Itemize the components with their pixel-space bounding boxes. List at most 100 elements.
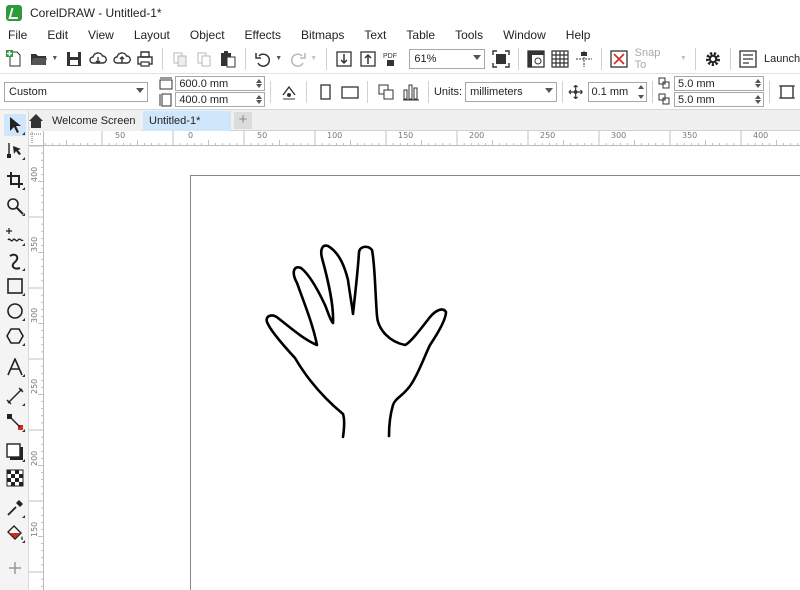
redo-dropdown[interactable]: ▼	[310, 47, 318, 71]
print-button[interactable]	[135, 47, 157, 71]
snap-to-label[interactable]: Snap To	[635, 47, 672, 71]
artistic-media-tool[interactable]	[4, 250, 26, 272]
landscape-icon	[340, 85, 359, 99]
zoom-level-combo[interactable]: 61%	[409, 48, 485, 69]
freehand-tool[interactable]	[4, 225, 26, 247]
menu-tools[interactable]: Tools	[445, 28, 493, 42]
menu-object[interactable]: Object	[180, 28, 235, 42]
spin-up-icon[interactable]	[638, 84, 645, 89]
open-dropdown[interactable]: ▼	[51, 47, 59, 71]
copy-button[interactable]	[193, 47, 215, 71]
units-combo[interactable]: millimeters	[465, 81, 558, 102]
spin-up-icon[interactable]	[256, 79, 263, 83]
menu-bitmaps[interactable]: Bitmaps	[291, 28, 354, 42]
page-height-field[interactable]: 400.0 mm	[175, 92, 266, 107]
menu-text[interactable]: Text	[354, 28, 396, 42]
export-button[interactable]	[357, 47, 379, 71]
menu-effects[interactable]: Effects	[235, 28, 291, 42]
menu-help[interactable]: Help	[556, 28, 601, 42]
all-pages-layout-button[interactable]	[374, 80, 397, 104]
nudge-distance-field[interactable]: 0.1 mm	[587, 81, 648, 102]
launch-button[interactable]	[737, 47, 759, 71]
new-document-icon	[5, 49, 21, 66]
text-tool[interactable]	[4, 356, 26, 378]
cloud-download-icon	[89, 51, 107, 64]
eyedropper-tool[interactable]	[4, 497, 26, 519]
snap-to-dropdown[interactable]: ▼	[679, 47, 687, 71]
flyout-indicator	[22, 187, 25, 190]
toolbar-separator	[306, 80, 308, 103]
portrait-button[interactable]	[313, 80, 336, 104]
flyout-indicator	[22, 157, 25, 160]
cloud-download-button[interactable]	[87, 47, 109, 71]
undo-dropdown[interactable]: ▼	[275, 47, 283, 71]
rectangle-tool[interactable]	[4, 275, 26, 297]
spin-down-icon[interactable]	[755, 100, 762, 104]
zoom-tool[interactable]	[4, 195, 26, 217]
toolbar-separator	[730, 47, 732, 70]
menu-view[interactable]: View	[78, 28, 124, 42]
page-frame-button[interactable]	[776, 80, 799, 104]
duplicate-y-field[interactable]: 5.0 mm	[674, 92, 765, 107]
show-rulers-button[interactable]	[525, 47, 547, 71]
polygon-tool[interactable]	[4, 325, 26, 347]
crop-tool[interactable]	[4, 169, 26, 191]
spin-down-icon[interactable]	[638, 94, 645, 99]
menu-file[interactable]: File	[0, 28, 37, 42]
ruler-label: 100	[327, 131, 343, 140]
connector-tool[interactable]	[4, 411, 26, 433]
transparency-tool-icon	[6, 469, 24, 487]
cloud-upload-button[interactable]	[111, 47, 133, 71]
export-pdf-button[interactable]: PDF	[381, 47, 403, 71]
add-tool-button[interactable]	[4, 557, 26, 579]
import-button[interactable]	[333, 47, 355, 71]
ellipse-tool[interactable]	[4, 300, 26, 322]
interactive-fill-tool[interactable]	[4, 522, 26, 544]
duplicate-x-field[interactable]: 5.0 mm	[674, 76, 765, 91]
spin-down-icon[interactable]	[755, 84, 762, 88]
show-grid-button[interactable]	[549, 47, 571, 71]
spin-down-icon[interactable]	[256, 100, 263, 104]
menu-table[interactable]: Table	[396, 28, 445, 42]
document-page[interactable]	[190, 175, 800, 590]
new-document-button[interactable]	[4, 47, 26, 71]
landscape-button[interactable]	[338, 80, 361, 104]
transparency-tool[interactable]	[4, 467, 26, 489]
undo-button[interactable]	[252, 47, 274, 71]
spin-up-icon[interactable]	[256, 95, 263, 99]
full-screen-preview-button[interactable]	[491, 47, 513, 71]
options-button[interactable]	[702, 47, 724, 71]
ruler-origin-corner[interactable]	[29, 131, 44, 146]
show-guidelines-button[interactable]	[573, 47, 595, 71]
ruler-label: 400	[753, 131, 769, 140]
new-tab-button[interactable]: +	[234, 112, 252, 129]
open-button[interactable]	[28, 47, 50, 71]
launch-label[interactable]: Launch	[764, 53, 800, 65]
snap-off-button[interactable]	[608, 47, 630, 71]
vertical-ruler[interactable]: 400 350 300 250 200 150	[29, 146, 44, 590]
spin-up-icon[interactable]	[755, 79, 762, 83]
paste-button[interactable]	[217, 47, 239, 71]
save-button[interactable]	[63, 47, 85, 71]
all-pages-button[interactable]	[277, 80, 300, 104]
ruler-label: 50	[115, 131, 126, 140]
menu-edit[interactable]: Edit	[37, 28, 78, 42]
import-icon	[336, 50, 352, 67]
drop-shadow-tool[interactable]	[4, 441, 26, 463]
spin-up-icon[interactable]	[755, 95, 762, 99]
current-page-button[interactable]	[399, 80, 422, 104]
nudge-distance-icon	[568, 84, 583, 99]
menu-window[interactable]: Window	[493, 28, 556, 42]
menu-layout[interactable]: Layout	[124, 28, 180, 42]
home-icon[interactable]	[28, 113, 44, 129]
pick-tool[interactable]	[4, 114, 26, 136]
shape-tool[interactable]	[4, 139, 26, 161]
redo-button[interactable]	[287, 47, 309, 71]
dimension-tool[interactable]	[4, 385, 26, 407]
tab-untitled-1[interactable]: Untitled-1*	[143, 111, 231, 131]
spin-down-icon[interactable]	[256, 84, 263, 88]
page-size-preset-combo[interactable]: Custom	[4, 81, 148, 102]
cut-button[interactable]	[169, 47, 191, 71]
page-width-field[interactable]: 600.0 mm	[175, 76, 266, 91]
horizontal-ruler[interactable]: 50 0 50 100 150 200 250 300 350 400	[29, 131, 800, 146]
